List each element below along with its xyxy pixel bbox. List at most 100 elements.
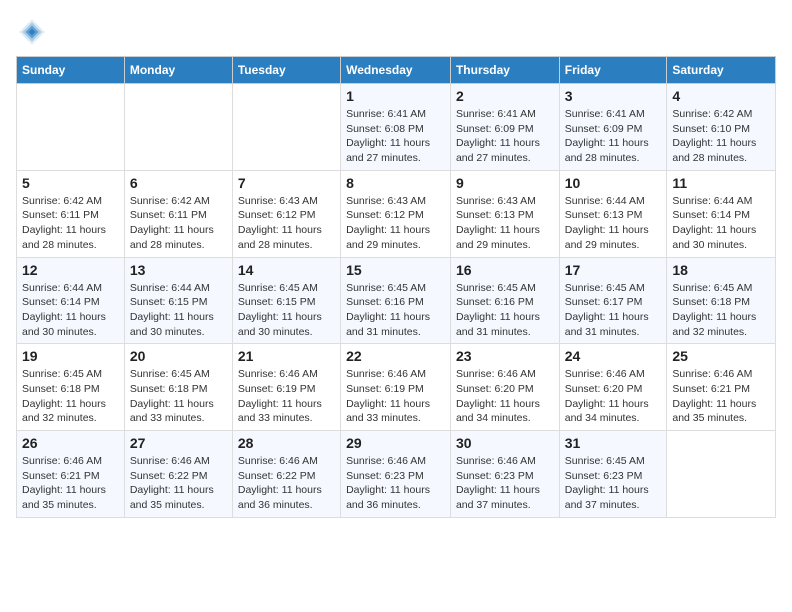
cell-day-number: 26 — [22, 435, 119, 451]
cell-info-text: Sunrise: 6:46 AMSunset: 6:22 PMDaylight:… — [238, 454, 335, 513]
calendar-cell: 26 Sunrise: 6:46 AMSunset: 6:21 PMDayligh… — [17, 431, 125, 518]
col-header-tuesday: Tuesday — [232, 57, 340, 84]
cell-info-text: Sunrise: 6:44 AMSunset: 6:14 PMDaylight:… — [22, 281, 119, 340]
calendar-cell: 2 Sunrise: 6:41 AMSunset: 6:09 PMDaylight… — [450, 84, 559, 171]
calendar-cell: 12 Sunrise: 6:44 AMSunset: 6:14 PMDayligh… — [17, 257, 125, 344]
logo-icon — [16, 16, 48, 48]
cell-info-text: Sunrise: 6:44 AMSunset: 6:13 PMDaylight:… — [565, 194, 662, 253]
cell-day-number: 19 — [22, 348, 119, 364]
cell-day-number: 4 — [672, 88, 770, 104]
cell-day-number: 12 — [22, 262, 119, 278]
cell-day-number: 21 — [238, 348, 335, 364]
calendar-cell: 31 Sunrise: 6:45 AMSunset: 6:23 PMDayligh… — [559, 431, 667, 518]
calendar-cell: 22 Sunrise: 6:46 AMSunset: 6:19 PMDayligh… — [341, 344, 451, 431]
calendar-cell: 19Sunrise: 6:45 AMSunset: 6:18 PMDayligh… — [17, 344, 125, 431]
cell-day-number: 25 — [672, 348, 770, 364]
cell-info-text: Sunrise: 6:43 AMSunset: 6:12 PMDaylight:… — [238, 194, 335, 253]
cell-day-number: 27 — [130, 435, 227, 451]
cell-day-number: 2 — [456, 88, 554, 104]
cell-day-number: 9 — [456, 175, 554, 191]
calendar-cell: 7 Sunrise: 6:43 AMSunset: 6:12 PMDaylight… — [232, 170, 340, 257]
cell-info-text: Sunrise: 6:46 AMSunset: 6:20 PMDaylight:… — [456, 367, 554, 426]
calendar-cell: 6 Sunrise: 6:42 AMSunset: 6:11 PMDaylight… — [124, 170, 232, 257]
cell-day-number: 18 — [672, 262, 770, 278]
logo — [16, 16, 52, 48]
col-header-saturday: Saturday — [667, 57, 776, 84]
calendar-cell: 29Sunrise: 6:46 AMSunset: 6:23 PMDayligh… — [341, 431, 451, 518]
calendar-cell — [17, 84, 125, 171]
cell-day-number: 31 — [565, 435, 662, 451]
cell-info-text: Sunrise: 6:46 AMSunset: 6:21 PMDaylight:… — [672, 367, 770, 426]
cell-day-number: 17 — [565, 262, 662, 278]
cell-info-text: Sunrise: 6:41 AMSunset: 6:09 PMDaylight:… — [456, 107, 554, 166]
cell-info-text: Sunrise: 6:42 AMSunset: 6:10 PMDaylight:… — [672, 107, 770, 166]
calendar-cell: 3 Sunrise: 6:41 AMSunset: 6:09 PMDaylight… — [559, 84, 667, 171]
calendar-cell: 13 Sunrise: 6:44 AMSunset: 6:15 PMDayligh… — [124, 257, 232, 344]
cell-day-number: 28 — [238, 435, 335, 451]
cell-day-number: 22 — [346, 348, 445, 364]
cell-day-number: 11 — [672, 175, 770, 191]
col-header-sunday: Sunday — [17, 57, 125, 84]
col-header-monday: Monday — [124, 57, 232, 84]
calendar-cell: 28 Sunrise: 6:46 AMSunset: 6:22 PMDayligh… — [232, 431, 340, 518]
cell-info-text: Sunrise: 6:46 AMSunset: 6:19 PMDaylight:… — [238, 367, 335, 426]
cell-info-text: Sunrise: 6:44 AMSunset: 6:14 PMDaylight:… — [672, 194, 770, 253]
cell-day-number: 23 — [456, 348, 554, 364]
cell-info-text: Sunrise: 6:45 AMSunset: 6:16 PMDaylight:… — [346, 281, 445, 340]
cell-day-number: 10 — [565, 175, 662, 191]
cell-info-text: Sunrise: 6:42 AMSunset: 6:11 PMDaylight:… — [130, 194, 227, 253]
cell-info-text: Sunrise: 6:46 AMSunset: 6:19 PMDaylight:… — [346, 367, 445, 426]
cell-info-text: Sunrise: 6:46 AMSunset: 6:21 PMDaylight:… — [22, 454, 119, 513]
cell-day-number: 5 — [22, 175, 119, 191]
cell-day-number: 1 — [346, 88, 445, 104]
col-header-friday: Friday — [559, 57, 667, 84]
cell-info-text: Sunrise: 6:46 AMSunset: 6:23 PMDaylight:… — [346, 454, 445, 513]
cell-day-number: 3 — [565, 88, 662, 104]
cell-day-number: 24 — [565, 348, 662, 364]
calendar-cell — [667, 431, 776, 518]
cell-day-number: 30 — [456, 435, 554, 451]
cell-day-number: 14 — [238, 262, 335, 278]
cell-day-number: 13 — [130, 262, 227, 278]
col-header-thursday: Thursday — [450, 57, 559, 84]
calendar-cell: 23 Sunrise: 6:46 AMSunset: 6:20 PMDayligh… — [450, 344, 559, 431]
cell-info-text: Sunrise: 6:43 AMSunset: 6:12 PMDaylight:… — [346, 194, 445, 253]
cell-info-text: Sunrise: 6:45 AMSunset: 6:18 PMDaylight:… — [672, 281, 770, 340]
cell-day-number: 16 — [456, 262, 554, 278]
calendar-cell: 1 Sunrise: 6:41 AMSunset: 6:08 PMDaylight… — [341, 84, 451, 171]
col-header-wednesday: Wednesday — [341, 57, 451, 84]
cell-day-number: 15 — [346, 262, 445, 278]
cell-info-text: Sunrise: 6:43 AMSunset: 6:13 PMDaylight:… — [456, 194, 554, 253]
cell-info-text: Sunrise: 6:45 AMSunset: 6:16 PMDaylight:… — [456, 281, 554, 340]
cell-info-text: Sunrise: 6:41 AMSunset: 6:08 PMDaylight:… — [346, 107, 445, 166]
cell-day-number: 6 — [130, 175, 227, 191]
calendar-cell: 24 Sunrise: 6:46 AMSunset: 6:20 PMDayligh… — [559, 344, 667, 431]
cell-info-text: Sunrise: 6:46 AMSunset: 6:23 PMDaylight:… — [456, 454, 554, 513]
calendar-cell — [232, 84, 340, 171]
calendar-cell: 21 Sunrise: 6:46 AMSunset: 6:19 PMDayligh… — [232, 344, 340, 431]
calendar-cell: 14Sunrise: 6:45 AMSunset: 6:15 PMDayligh… — [232, 257, 340, 344]
calendar-cell: 8 Sunrise: 6:43 AMSunset: 6:12 PMDaylight… — [341, 170, 451, 257]
cell-info-text: Sunrise: 6:45 AMSunset: 6:17 PMDaylight:… — [565, 281, 662, 340]
calendar-cell: 20 Sunrise: 6:45 AMSunset: 6:18 PMDayligh… — [124, 344, 232, 431]
calendar-cell: 17 Sunrise: 6:45 AMSunset: 6:17 PMDayligh… — [559, 257, 667, 344]
cell-info-text: Sunrise: 6:44 AMSunset: 6:15 PMDaylight:… — [130, 281, 227, 340]
cell-info-text: Sunrise: 6:46 AMSunset: 6:20 PMDaylight:… — [565, 367, 662, 426]
cell-day-number: 7 — [238, 175, 335, 191]
cell-day-number: 20 — [130, 348, 227, 364]
calendar-cell — [124, 84, 232, 171]
calendar-cell: 10 Sunrise: 6:44 AMSunset: 6:13 PMDayligh… — [559, 170, 667, 257]
calendar-cell: 4 Sunrise: 6:42 AMSunset: 6:10 PMDaylight… — [667, 84, 776, 171]
cell-info-text: Sunrise: 6:46 AMSunset: 6:22 PMDaylight:… — [130, 454, 227, 513]
calendar-cell: 16 Sunrise: 6:45 AMSunset: 6:16 PMDayligh… — [450, 257, 559, 344]
calendar-cell: 27 Sunrise: 6:46 AMSunset: 6:22 PMDayligh… — [124, 431, 232, 518]
cell-info-text: Sunrise: 6:42 AMSunset: 6:11 PMDaylight:… — [22, 194, 119, 253]
calendar-cell: 5 Sunrise: 6:42 AMSunset: 6:11 PMDaylight… — [17, 170, 125, 257]
cell-info-text: Sunrise: 6:45 AMSunset: 6:23 PMDaylight:… — [565, 454, 662, 513]
cell-info-text: Sunrise: 6:45 AMSunset: 6:18 PMDaylight:… — [130, 367, 227, 426]
cell-day-number: 8 — [346, 175, 445, 191]
calendar-table: SundayMondayTuesdayWednesdayThursdayFrid… — [16, 56, 776, 518]
cell-info-text: Sunrise: 6:41 AMSunset: 6:09 PMDaylight:… — [565, 107, 662, 166]
calendar-cell: 11 Sunrise: 6:44 AMSunset: 6:14 PMDayligh… — [667, 170, 776, 257]
calendar-cell: 25 Sunrise: 6:46 AMSunset: 6:21 PMDayligh… — [667, 344, 776, 431]
